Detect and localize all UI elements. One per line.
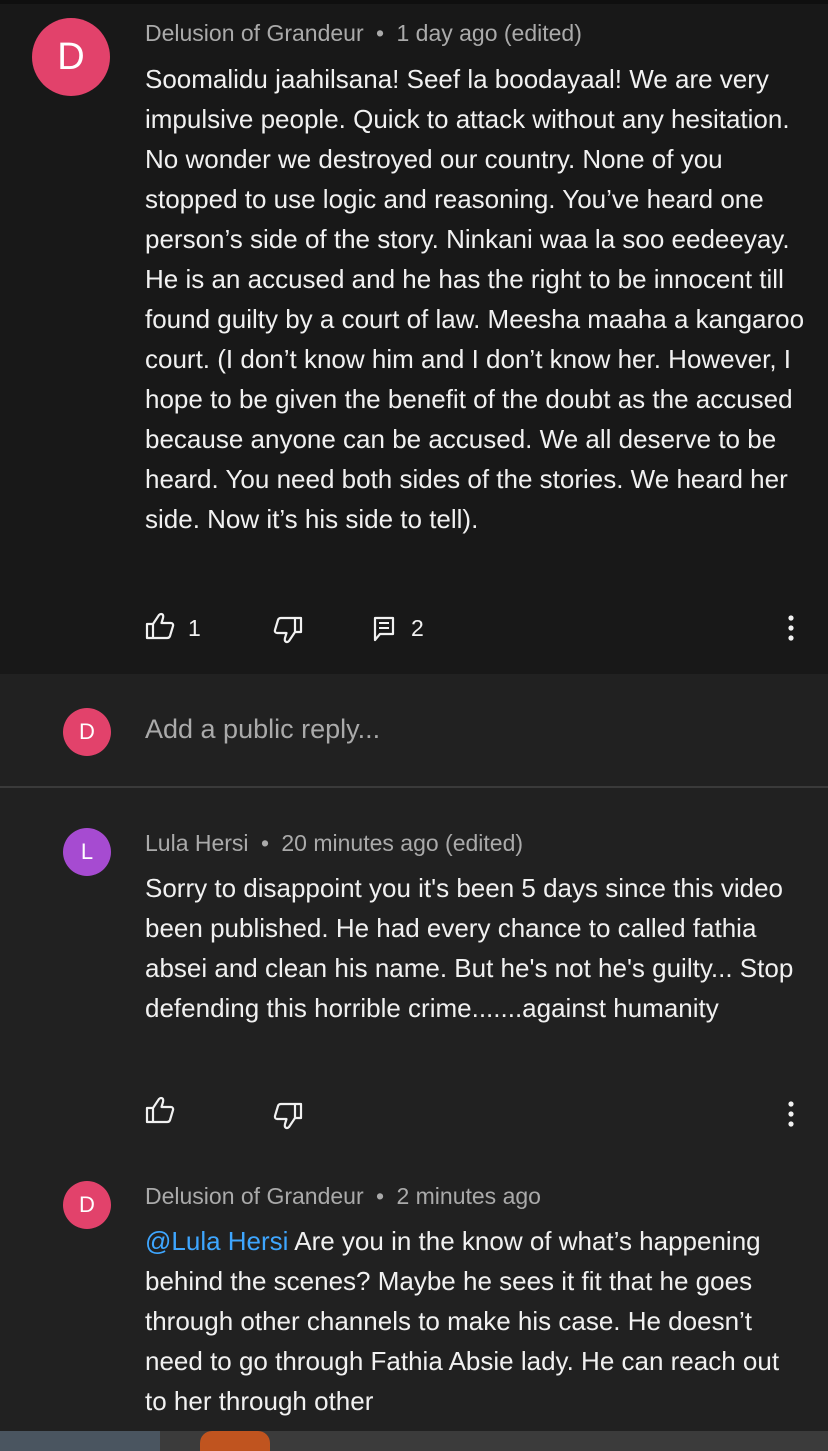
main-comment: D Delusion of Grandeur • 1 day ago (edit… [0,4,828,674]
comment-time[interactable]: 1 day ago (edited) [396,20,581,46]
meta-separator: • [376,1183,385,1209]
comment-meta: Lula Hersi • 20 minutes ago (edited) [145,830,523,857]
avatar[interactable]: D [63,1181,111,1229]
thumb-down-icon[interactable] [273,1102,303,1130]
comment-actions [0,1092,828,1132]
video-thumbnail[interactable] [0,1431,160,1451]
comment-text: Sorry to disappoint you it's been 5 days… [145,873,794,1023]
like-count: 1 [188,615,201,641]
meta-separator: • [260,830,269,856]
thumb-up-icon[interactable] [145,1096,175,1124]
bottom-video-strip [0,1431,828,1451]
comment-author[interactable]: Lula Hersi [145,830,249,856]
comment-author[interactable]: Delusion of Grandeur [145,20,364,46]
avatar-letter: L [80,839,94,864]
reply-count[interactable]: 2 [411,614,424,642]
reply-bar: D Add a public reply... [0,676,828,788]
more-vert-icon[interactable] [786,614,796,642]
reply-input[interactable]: Add a public reply... [145,714,380,745]
thumb-up-icon[interactable] [145,612,175,640]
avatar-letter: D [57,35,85,78]
avatar[interactable]: L [63,828,111,876]
comment-time[interactable]: 2 minutes ago [396,1183,540,1209]
more-vert-icon[interactable] [786,1100,796,1128]
comment-meta: Delusion of Grandeur • 1 day ago (edited… [145,20,582,47]
comment-time[interactable]: 20 minutes ago (edited) [281,830,523,856]
video-thumbnail[interactable] [200,1431,270,1451]
avatar[interactable]: D [63,708,111,756]
mention-link[interactable]: @Lula Hersi [145,1226,288,1256]
comment-text: Soomalidu jaahilsana! Seef la boodayaal!… [145,64,805,534]
thumb-down-icon[interactable] [273,616,303,644]
comment-icon[interactable] [373,616,395,642]
avatar-letter: D [79,719,95,744]
comment-meta: Delusion of Grandeur • 2 minutes ago [145,1183,541,1210]
comment-author[interactable]: Delusion of Grandeur [145,1183,364,1209]
meta-separator: • [376,20,385,46]
comment-text: @Lula Hersi Are you in the know of what’… [145,1221,805,1421]
avatar[interactable]: D [32,18,110,96]
comment-actions: 1 2 [0,606,828,646]
avatar-letter: D [79,1192,95,1217]
